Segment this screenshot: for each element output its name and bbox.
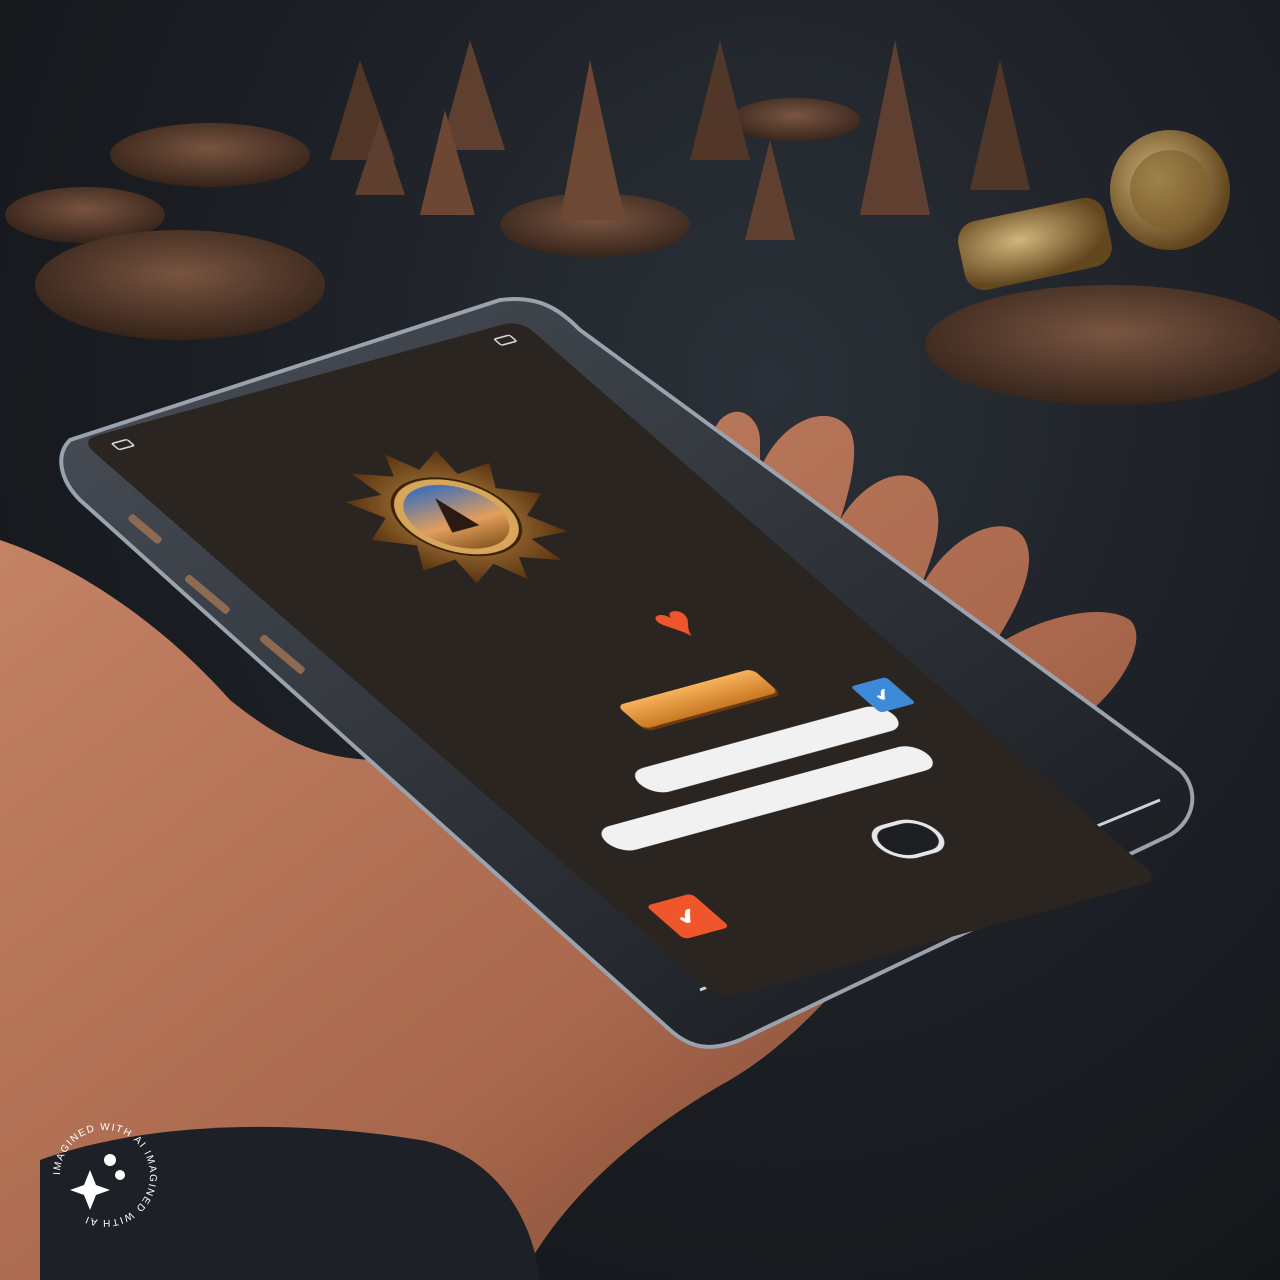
background-props xyxy=(5,40,1280,405)
primary-button[interactable] xyxy=(616,668,780,730)
ornate-photo-frame[interactable] xyxy=(301,431,612,602)
home-button[interactable] xyxy=(859,814,957,864)
signal-icon xyxy=(492,334,519,347)
battery-icon xyxy=(110,438,136,451)
check-icon-orange[interactable]: ✔ xyxy=(645,893,730,940)
heart-icon[interactable]: ♥ xyxy=(634,595,717,649)
